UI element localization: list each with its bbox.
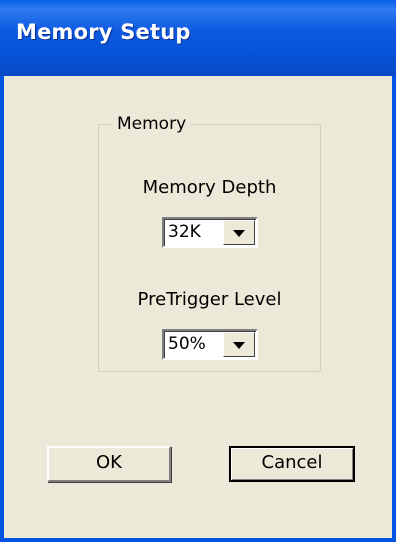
- cancel-button[interactable]: Cancel: [229, 446, 355, 482]
- memory-setup-dialog: Memory Setup Memory Memory Depth 32K Pre…: [0, 0, 396, 542]
- title-bar[interactable]: Memory Setup: [0, 0, 396, 76]
- memory-depth-value: 32K: [168, 222, 201, 242]
- pretrigger-level-label: PreTrigger Level: [137, 289, 282, 310]
- memory-depth-dropdown-button[interactable]: [223, 220, 255, 245]
- pretrigger-level-value: 50%: [168, 334, 206, 354]
- groupbox-legend: Memory: [113, 114, 191, 134]
- pretrigger-level-combobox[interactable]: 50%: [162, 329, 258, 360]
- pretrigger-level-dropdown-button[interactable]: [223, 332, 255, 357]
- window-title: Memory Setup: [16, 20, 191, 44]
- chevron-down-icon: [233, 230, 245, 237]
- memory-depth-combobox[interactable]: 32K: [162, 217, 258, 248]
- chevron-down-icon: [233, 342, 245, 349]
- memory-depth-label: Memory Depth: [142, 177, 277, 198]
- memory-groupbox: Memory Memory Depth 32K PreTrigger Level…: [98, 114, 321, 372]
- ok-button[interactable]: OK: [47, 446, 171, 482]
